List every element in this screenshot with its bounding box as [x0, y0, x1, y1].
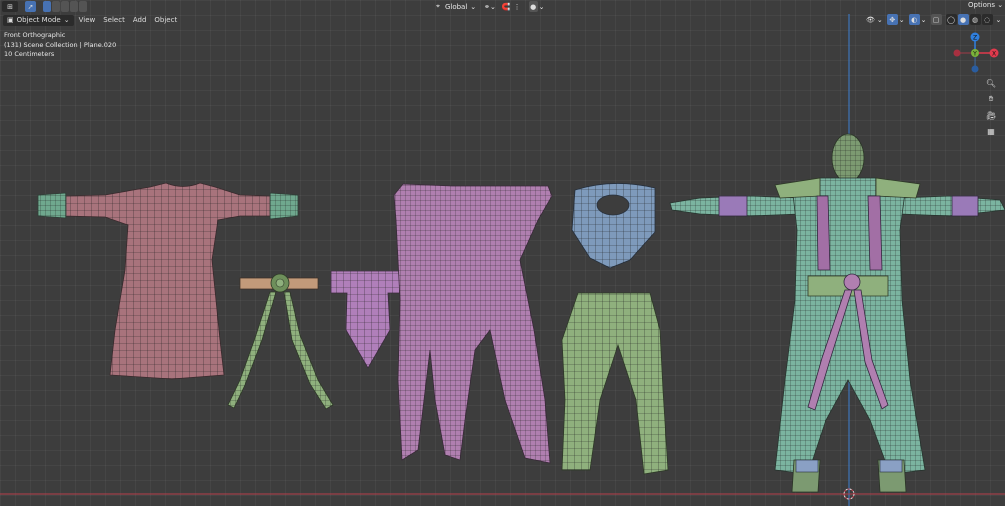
grid-icon[interactable]: ▦	[985, 125, 997, 137]
collection-info: (131) Scene Collection | Plane.020	[4, 40, 117, 49]
chevron-down-icon: ⌄	[920, 15, 927, 24]
material-shading-icon[interactable]: ◍	[969, 14, 981, 25]
header-row-menus: ▣ Object Mode ⌄ View Select Add Object	[0, 14, 181, 26]
gizmo-x-label: X	[992, 51, 996, 58]
purple-sash-mesh	[330, 270, 402, 369]
viewport-shading-controls: 👁 ⌄ ✥ ⌄ ◐ ⌄ ▢ ◯ ● ◍ ◌ ⌄	[866, 14, 1001, 25]
wireframe-shading-icon[interactable]: ◯	[945, 14, 957, 25]
gizmo-y-label: Y	[972, 51, 977, 58]
select-tool-icon[interactable]: ➚	[25, 1, 36, 12]
options-dropdown[interactable]: Options ⌄	[968, 1, 1003, 9]
character-mesh	[669, 133, 1005, 493]
gizmo-toggle-icon[interactable]: ✥	[886, 14, 898, 25]
green-pants-mesh	[561, 292, 669, 475]
chevron-down-icon: ⌄	[470, 2, 477, 11]
camera-icon[interactable]: 🎥︎	[985, 109, 997, 121]
snap-icon[interactable]: 🧲	[502, 3, 511, 11]
gizmo-z-label: Z	[973, 35, 977, 42]
chevron-down-icon: ⌄	[63, 16, 70, 24]
chevron-down-icon: ⌄	[898, 15, 905, 24]
transform-orientation-dropdown[interactable]: Global	[442, 3, 470, 11]
menu-view[interactable]: View	[75, 15, 100, 26]
menu-add[interactable]: Add	[129, 15, 151, 26]
chevron-down-icon: ⌄	[995, 1, 1004, 9]
chevron-down-icon: ⌄	[876, 15, 883, 24]
select-extend-icon[interactable]	[52, 1, 60, 12]
transform-orientation-icon: ⌖	[436, 2, 440, 10]
pink-robe-mesh	[393, 183, 553, 464]
blue-collar-mesh	[571, 183, 656, 269]
menu-select[interactable]: Select	[99, 15, 129, 26]
menu-object[interactable]: Object	[150, 15, 181, 26]
zoom-icon[interactable]: 🔍︎	[985, 77, 997, 89]
solid-shading-icon[interactable]: ●	[957, 14, 969, 25]
xray-toggle-icon[interactable]: ▢	[930, 14, 942, 25]
chevron-down-icon: ⌄	[538, 2, 545, 11]
select-intersect-icon[interactable]	[79, 1, 87, 12]
viewport-info-overlay: Front Orthographic (131) Scene Collectio…	[4, 31, 116, 60]
viewport-header: ⊞ ➚ ⌖ Global ⌄ ⚭ ⌄ 🧲 ⋮ ● ⌄ Options ⌄	[0, 0, 1005, 13]
select-subtract-icon[interactable]	[61, 1, 69, 12]
select-new-icon[interactable]	[43, 1, 51, 12]
visibility-icon[interactable]: 👁	[866, 16, 875, 24]
rendered-shading-icon[interactable]: ◌	[981, 14, 993, 25]
overlay-toggle-icon[interactable]: ◐	[908, 14, 920, 25]
navigation-gizmo[interactable]: Z X Y	[950, 30, 1000, 80]
belt-straps-mesh	[227, 273, 334, 410]
grid-scale: 10 Centimeters	[4, 50, 55, 58]
chevron-down-icon: ⌄	[490, 2, 496, 11]
mode-dropdown[interactable]: ▣ Object Mode ⌄	[3, 14, 74, 26]
snap-settings-icon[interactable]: ⋮	[514, 3, 521, 11]
proportional-edit-icon[interactable]: ●	[528, 1, 538, 12]
select-invert-icon[interactable]	[70, 1, 78, 12]
object-mode-icon: ▣	[7, 16, 14, 24]
3d-viewport[interactable]: ⊞ ➚ ⌖ Global ⌄ ⚭ ⌄ 🧲 ⋮ ● ⌄ Options ⌄ ▣ O…	[0, 0, 1005, 506]
mode-label: Object Mode	[16, 16, 61, 24]
chevron-down-icon: ⌄	[995, 15, 1002, 24]
scene-canvas[interactable]	[0, 0, 1005, 506]
view-name: Front Orthographic	[4, 31, 66, 39]
hand-pan-icon[interactable]: ✋︎	[985, 93, 997, 105]
editor-type-icon[interactable]: ⊞	[2, 1, 18, 12]
